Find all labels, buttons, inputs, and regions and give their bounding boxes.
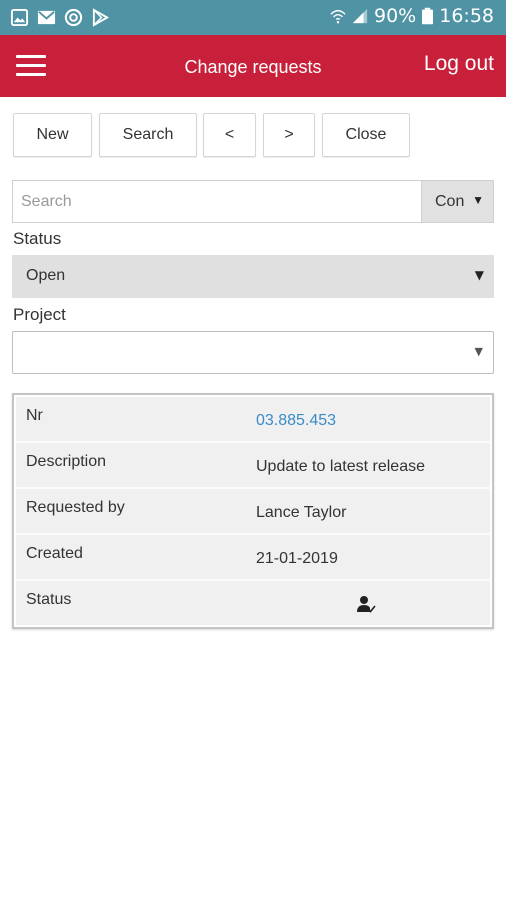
search-field-select[interactable]: Con ▼ <box>421 180 494 223</box>
search-input[interactable] <box>12 180 421 223</box>
previous-button[interactable]: < <box>203 113 256 157</box>
detail-row-nr: Nr 03.885.453 <box>16 397 490 443</box>
detail-row-description: Description Update to latest release <box>16 443 490 489</box>
status-label: Status <box>13 229 62 248</box>
wifi-icon <box>330 9 346 24</box>
dropdown-arrow-icon: ▼ <box>474 268 484 282</box>
app-header: Change requests Log out <box>0 35 506 97</box>
close-button[interactable]: Close <box>322 113 410 157</box>
notification-icons <box>10 8 110 27</box>
sync-icon <box>64 8 83 27</box>
detail-row-created: Created 21-01-2019 <box>16 535 490 581</box>
user-check-icon <box>356 595 376 618</box>
dropdown-arrow-icon: ▼ <box>472 193 484 207</box>
clock: 16:58 <box>439 5 494 27</box>
image-icon <box>10 8 29 27</box>
status-select-value: Open <box>26 267 66 284</box>
request-number-link[interactable]: 03.885.453 <box>256 412 336 430</box>
detail-row-status: Status <box>16 581 490 627</box>
status-select[interactable]: Open ▼ <box>12 255 494 298</box>
detail-key: Description <box>26 453 107 470</box>
project-label: Project <box>13 305 66 324</box>
search-row: Con ▼ <box>12 180 494 223</box>
system-indicators: 90% 16:58 <box>330 5 494 27</box>
change-request-card[interactable]: Nr 03.885.453 Description Update to late… <box>12 393 494 629</box>
play-store-icon <box>92 8 110 27</box>
battery-percent: 90% <box>374 5 417 27</box>
detail-key: Nr <box>26 407 43 424</box>
project-select[interactable]: ▼ <box>12 331 494 374</box>
mail-icon <box>37 10 56 25</box>
detail-key: Status <box>26 591 72 608</box>
search-field-value: Con <box>435 193 465 210</box>
detail-value: Lance Taylor <box>256 504 347 521</box>
next-button[interactable]: > <box>263 113 315 157</box>
system-status-bar: 90% 16:58 <box>0 0 506 35</box>
search-button[interactable]: Search <box>99 113 197 157</box>
dropdown-arrow-icon: ▼ <box>474 345 483 358</box>
new-button[interactable]: New <box>13 113 92 157</box>
detail-key: Created <box>26 545 83 562</box>
signal-icon <box>352 8 368 24</box>
detail-row-requested-by: Requested by Lance Taylor <box>16 489 490 535</box>
battery-icon <box>422 7 434 25</box>
detail-key: Requested by <box>26 499 125 516</box>
action-toolbar: New Search < > Close <box>0 113 506 157</box>
detail-value: 21-01-2019 <box>256 550 338 567</box>
detail-value: Update to latest release <box>256 458 425 475</box>
logout-button[interactable]: Log out <box>424 52 494 76</box>
